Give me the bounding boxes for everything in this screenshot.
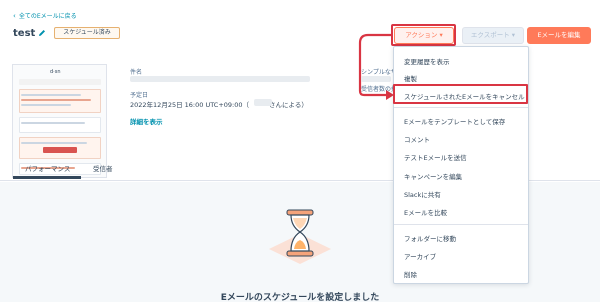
from-label: シンプルなサ (361, 69, 397, 76)
thumbnail-block (19, 79, 101, 85)
menu-item-delete[interactable]: 削除 (404, 269, 417, 279)
page-title: test (13, 28, 36, 39)
export-dropdown-button[interactable]: エクスポート ▾ (462, 27, 524, 44)
pencil-icon[interactable] (37, 28, 47, 38)
menu-item-comment[interactable]: コメント (404, 134, 430, 144)
menu-item-clone[interactable]: 複製 (404, 73, 417, 83)
cancel-item-highlight (393, 84, 528, 104)
action-dropdown-menu: 変更履歴を表示 複製 スケジュールされたEメールをキャンセル Eメールをテンプレ… (393, 46, 529, 284)
tab-recipients[interactable]: 受信者 (93, 163, 113, 173)
show-details-link[interactable]: 詳細を表示 (130, 116, 163, 126)
edit-email-button[interactable]: Eメールを編集 (527, 27, 591, 44)
menu-item-move-to-folder[interactable]: フォルダーに移動 (404, 233, 456, 243)
thumbnail-logo: d·sn (50, 69, 61, 75)
thumbnail-line (21, 142, 87, 144)
tab-performance[interactable]: パフォーマンス (25, 163, 70, 173)
empty-state-title: Eメールのスケジュールを設定しました (220, 293, 380, 302)
active-tab-indicator (13, 176, 81, 179)
menu-divider (394, 224, 528, 225)
thumbnail-block (43, 147, 77, 153)
scheduler-name-redacted (254, 99, 272, 106)
scheduled-value: 2022年12月25日 16:00 UTC+09:00（ さんによる） (130, 99, 308, 109)
menu-item-share-to-slack[interactable]: Slackに共有 (404, 189, 441, 199)
recipients-label: 受信者数の推 (361, 86, 398, 93)
thumbnail-line (21, 104, 71, 106)
scheduled-by-text: さんによる） (269, 101, 308, 109)
subject-label: 件名 (130, 69, 143, 76)
menu-item-edit-campaign[interactable]: キャンペーンを編集 (404, 171, 462, 181)
chevron-left-icon: ‹ (13, 11, 16, 20)
scheduled-date-text: 2022年12月25日 16:00 UTC+09:00（ (130, 101, 250, 109)
menu-divider (394, 107, 528, 108)
status-badge: スケジュール済み (54, 27, 120, 39)
thumbnail-block (19, 117, 101, 133)
from-value-redacted (361, 76, 391, 82)
back-to-all-emails-link[interactable]: ‹ 全てのEメールに戻る (13, 11, 77, 21)
menu-item-send-test-email[interactable]: テストEメールを送信 (404, 152, 467, 162)
menu-item-save-as-template[interactable]: Eメールをテンプレートとして保存 (404, 116, 505, 126)
back-link-label: 全てのEメールに戻る (18, 13, 77, 20)
menu-item-archive[interactable]: アーカイブ (404, 251, 436, 261)
thumbnail-block (19, 89, 101, 113)
thumbnail-line (21, 122, 85, 124)
hourglass-icon (269, 209, 331, 264)
menu-item-compare-email[interactable]: Eメールを比較 (404, 207, 447, 217)
scheduled-label: 予定日 (130, 92, 149, 99)
menu-item-view-history[interactable]: 変更履歴を表示 (404, 56, 450, 66)
subject-value-redacted (130, 76, 310, 82)
thumbnail-line (21, 99, 91, 101)
thumbnail-line (21, 94, 81, 96)
